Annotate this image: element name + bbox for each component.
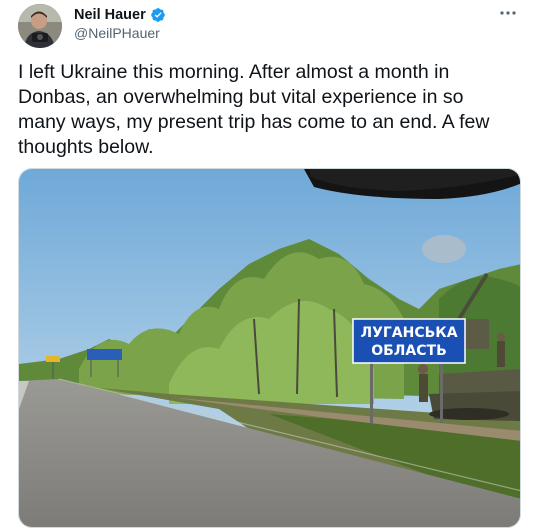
author-avatar[interactable] [18, 4, 62, 48]
author-name-row: Neil Hauer [74, 6, 166, 24]
verified-badge-icon [150, 7, 166, 23]
avatar-image [18, 4, 62, 48]
tweet-photo[interactable]: ЛУГАНСЬКА ОБЛАСТЬ [18, 168, 521, 528]
more-options-icon[interactable] [496, 2, 520, 24]
author-name[interactable]: Neil Hauer [74, 7, 146, 23]
sign-line-2: ОБЛАСТЬ [371, 343, 447, 359]
tweet-card[interactable]: Neil Hauer @NeilPHauer I left Ukraine th… [0, 0, 534, 528]
sign-line-1: ЛУГАНСЬКА [360, 325, 457, 341]
author-handle[interactable]: @NeilPHauer [74, 25, 160, 41]
tweet-text: I left Ukraine this morning. After almos… [18, 61, 490, 158]
photo-road-sign-scene: ЛУГАНСЬКА ОБЛАСТЬ [19, 169, 520, 527]
